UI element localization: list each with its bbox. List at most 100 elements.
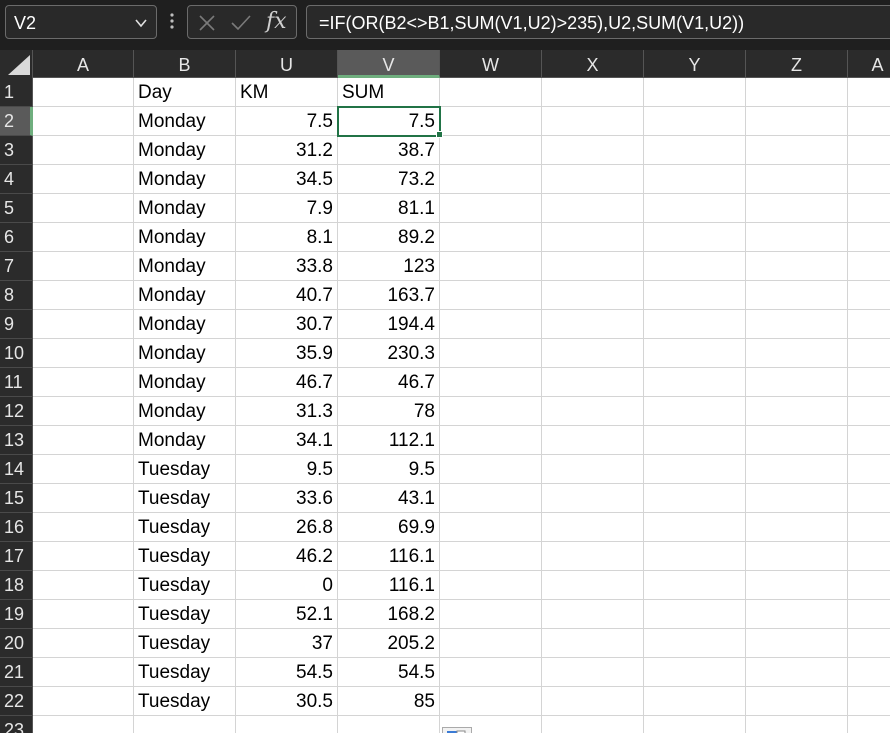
- cell-y9[interactable]: [644, 310, 746, 339]
- cell-v10[interactable]: 230.3: [338, 339, 440, 368]
- cell-a1[interactable]: [33, 78, 134, 107]
- cell-y2[interactable]: [644, 107, 746, 136]
- cell-b17[interactable]: Tuesday: [134, 542, 236, 571]
- cell-w14[interactable]: [440, 455, 542, 484]
- row-header-20[interactable]: 20: [0, 629, 33, 658]
- cell-w16[interactable]: [440, 513, 542, 542]
- cell-x15[interactable]: [542, 484, 644, 513]
- row-header-19[interactable]: 19: [0, 600, 33, 629]
- cell-b21[interactable]: Tuesday: [134, 658, 236, 687]
- cell-y12[interactable]: [644, 397, 746, 426]
- cell-b23[interactable]: [134, 716, 236, 733]
- cell-b11[interactable]: Monday: [134, 368, 236, 397]
- cell-y16[interactable]: [644, 513, 746, 542]
- cell-w4[interactable]: [440, 165, 542, 194]
- cell-x1[interactable]: [542, 78, 644, 107]
- column-header-b[interactable]: B: [134, 50, 236, 78]
- cell-y23[interactable]: [644, 716, 746, 733]
- cell-v9[interactable]: 194.4: [338, 310, 440, 339]
- name-box-value[interactable]: V2: [14, 13, 36, 34]
- cell-y8[interactable]: [644, 281, 746, 310]
- cell-a7[interactable]: [848, 252, 890, 281]
- cell-z13[interactable]: [746, 426, 848, 455]
- cell-a12[interactable]: [33, 397, 134, 426]
- cell-u22[interactable]: 30.5: [236, 687, 338, 716]
- row-header-4[interactable]: 4: [0, 165, 33, 194]
- cell-v14[interactable]: 9.5: [338, 455, 440, 484]
- row-header-16[interactable]: 16: [0, 513, 33, 542]
- select-all-triangle-icon[interactable]: [8, 55, 30, 75]
- cell-a18[interactable]: [33, 571, 134, 600]
- cell-y18[interactable]: [644, 571, 746, 600]
- cell-u20[interactable]: 37: [236, 629, 338, 658]
- cell-z2[interactable]: [746, 107, 848, 136]
- cell-a22[interactable]: [848, 687, 890, 716]
- cell-b14[interactable]: Tuesday: [134, 455, 236, 484]
- cell-b2[interactable]: Monday: [134, 107, 236, 136]
- cell-a4[interactable]: [33, 165, 134, 194]
- cell-z9[interactable]: [746, 310, 848, 339]
- cell-a8[interactable]: [33, 281, 134, 310]
- formula-text[interactable]: =IF(OR(B2<>B1,SUM(V1,U2)>235),U2,SUM(V1,…: [319, 13, 744, 34]
- cell-x23[interactable]: [542, 716, 644, 733]
- cell-b12[interactable]: Monday: [134, 397, 236, 426]
- cell-y20[interactable]: [644, 629, 746, 658]
- cell-x21[interactable]: [542, 658, 644, 687]
- cell-b8[interactable]: Monday: [134, 281, 236, 310]
- name-box[interactable]: V2: [5, 5, 157, 39]
- row-header-10[interactable]: 10: [0, 339, 33, 368]
- cell-u15[interactable]: 33.6: [236, 484, 338, 513]
- cell-z3[interactable]: [746, 136, 848, 165]
- cell-a6[interactable]: [33, 223, 134, 252]
- column-header-a[interactable]: A: [33, 50, 134, 78]
- cell-b19[interactable]: Tuesday: [134, 600, 236, 629]
- cell-u21[interactable]: 54.5: [236, 658, 338, 687]
- cell-v20[interactable]: 205.2: [338, 629, 440, 658]
- cell-a14[interactable]: [848, 455, 890, 484]
- cell-a5[interactable]: [848, 194, 890, 223]
- row-header-15[interactable]: 15: [0, 484, 33, 513]
- cell-b7[interactable]: Monday: [134, 252, 236, 281]
- cell-b3[interactable]: Monday: [134, 136, 236, 165]
- cell-z12[interactable]: [746, 397, 848, 426]
- cell-a1[interactable]: [848, 78, 890, 107]
- cell-v17[interactable]: 116.1: [338, 542, 440, 571]
- cell-x2[interactable]: [542, 107, 644, 136]
- fill-handle[interactable]: [436, 131, 443, 138]
- confirm-check-icon[interactable]: [230, 14, 252, 32]
- cell-x8[interactable]: [542, 281, 644, 310]
- cell-x6[interactable]: [542, 223, 644, 252]
- cell-z21[interactable]: [746, 658, 848, 687]
- chevron-down-icon[interactable]: [134, 16, 148, 30]
- cell-u2[interactable]: 7.5: [236, 107, 338, 136]
- cell-z7[interactable]: [746, 252, 848, 281]
- cell-b15[interactable]: Tuesday: [134, 484, 236, 513]
- cell-a10[interactable]: [33, 339, 134, 368]
- cell-a2[interactable]: [33, 107, 134, 136]
- cell-b10[interactable]: Monday: [134, 339, 236, 368]
- cell-a17[interactable]: [33, 542, 134, 571]
- cell-y1[interactable]: [644, 78, 746, 107]
- cell-u3[interactable]: 31.2: [236, 136, 338, 165]
- cell-x3[interactable]: [542, 136, 644, 165]
- cell-u14[interactable]: 9.5: [236, 455, 338, 484]
- cell-z20[interactable]: [746, 629, 848, 658]
- cell-z4[interactable]: [746, 165, 848, 194]
- cell-z16[interactable]: [746, 513, 848, 542]
- cell-z11[interactable]: [746, 368, 848, 397]
- cell-a23[interactable]: [848, 716, 890, 733]
- row-header-7[interactable]: 7: [0, 252, 33, 281]
- cell-v23[interactable]: [338, 716, 440, 733]
- cell-a7[interactable]: [33, 252, 134, 281]
- cell-a9[interactable]: [33, 310, 134, 339]
- cell-v18[interactable]: 116.1: [338, 571, 440, 600]
- cell-a12[interactable]: [848, 397, 890, 426]
- cell-y10[interactable]: [644, 339, 746, 368]
- cell-x7[interactable]: [542, 252, 644, 281]
- column-header-z[interactable]: Z: [746, 50, 848, 78]
- cell-a20[interactable]: [33, 629, 134, 658]
- cell-b9[interactable]: Monday: [134, 310, 236, 339]
- cell-v7[interactable]: 123: [338, 252, 440, 281]
- cell-y21[interactable]: [644, 658, 746, 687]
- row-header-11[interactable]: 11: [0, 368, 33, 397]
